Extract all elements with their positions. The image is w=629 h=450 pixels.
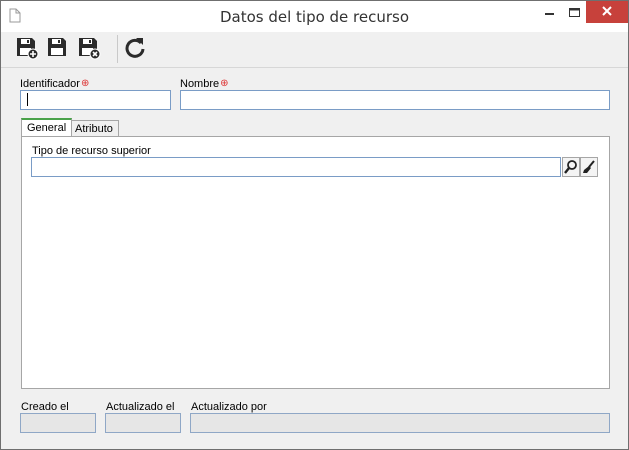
toolbar-separator: [117, 35, 118, 63]
floppy-icon: [48, 38, 66, 56]
required-icon: ⊕: [80, 78, 90, 89]
parent-type-label: Tipo de recurso superior: [32, 145, 151, 157]
minimize-button[interactable]: [535, 1, 564, 23]
floppy-close-icon: [79, 38, 101, 60]
close-icon: [602, 6, 612, 16]
updated-by-field[interactable]: [190, 413, 610, 433]
required-icon: ⊕: [220, 78, 229, 89]
created-label: Creado el: [21, 401, 69, 413]
tab-general[interactable]: General: [21, 118, 73, 136]
tab-atributo[interactable]: Atributo: [69, 120, 119, 137]
refresh-icon: [125, 38, 145, 58]
parent-type-input[interactable]: [31, 157, 561, 177]
save-and-close-button[interactable]: [77, 36, 101, 60]
minimize-icon: [545, 13, 554, 15]
clear-button[interactable]: [580, 157, 598, 177]
save-and-new-button[interactable]: [15, 36, 39, 60]
dialog-window: Datos del tipo de recurso Identificador⊕…: [0, 0, 629, 450]
save-button[interactable]: [46, 36, 70, 60]
title-bar[interactable]: Datos del tipo de recurso: [1, 1, 628, 32]
refresh-button[interactable]: [123, 36, 147, 60]
window-title: Datos del tipo de recurso: [219, 8, 410, 26]
name-input[interactable]: [180, 90, 610, 110]
text-caret: [27, 93, 28, 106]
toolbar: [1, 32, 628, 68]
name-label: Nombre⊕: [180, 78, 229, 90]
updated-field[interactable]: [105, 413, 181, 433]
floppy-plus-icon: [17, 38, 39, 60]
search-button[interactable]: [562, 157, 580, 177]
search-icon: [564, 160, 577, 174]
created-field[interactable]: [20, 413, 96, 433]
maximize-icon: [569, 8, 580, 17]
identifier-label: Identificador⊕: [20, 78, 89, 90]
updated-label: Actualizado el: [106, 401, 175, 413]
eraser-brush-icon: [583, 160, 595, 173]
identifier-input[interactable]: [20, 90, 171, 110]
name-label-text: Nombre: [180, 78, 220, 90]
identifier-label-text: Identificador: [20, 78, 80, 90]
updated-by-label: Actualizado por: [191, 401, 267, 413]
close-button[interactable]: [586, 1, 628, 23]
